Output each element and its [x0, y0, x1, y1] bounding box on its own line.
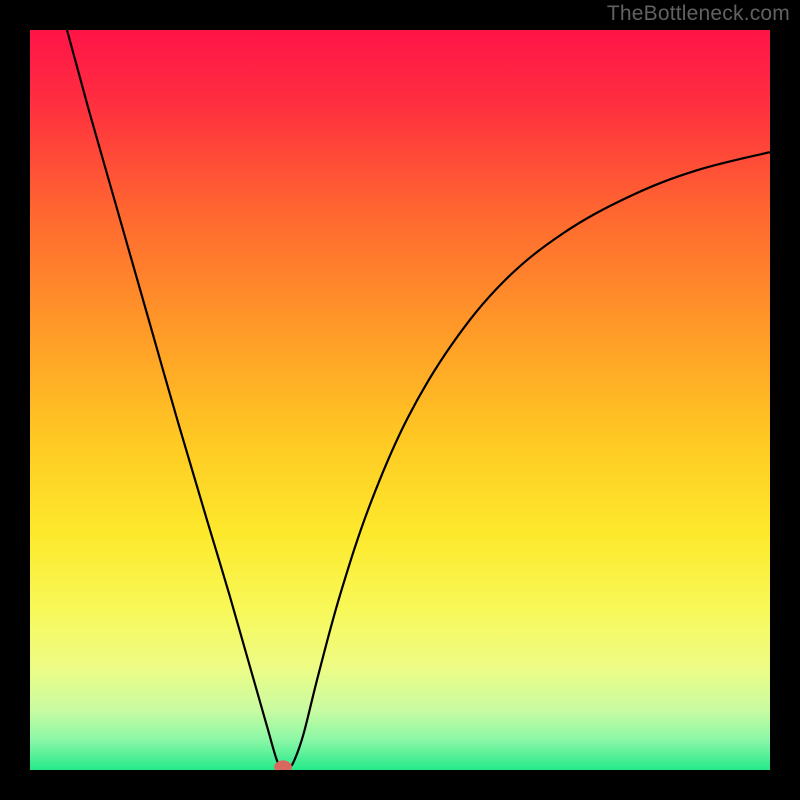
chart-svg — [30, 30, 770, 770]
plot-area — [30, 30, 770, 770]
gradient-background — [30, 30, 770, 770]
chart-frame: TheBottleneck.com — [0, 0, 800, 800]
watermark-text: TheBottleneck.com — [607, 2, 790, 26]
